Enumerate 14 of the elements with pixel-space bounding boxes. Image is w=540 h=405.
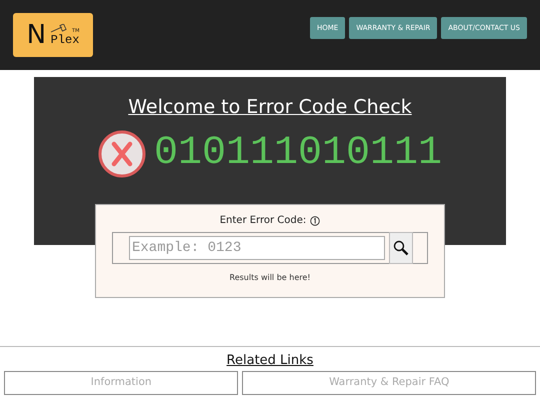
field-label: Enter Error Code: — [220, 214, 306, 228]
error-code: 010111010111 — [154, 134, 442, 174]
search-icon — [393, 240, 409, 256]
related-link[interactable]: Information — [4, 370, 238, 394]
page-title: Welcome to Error Code Check — [128, 95, 412, 120]
info-icon — [310, 216, 320, 226]
section-heading: Related Links — [226, 352, 314, 370]
error-code-field[interactable]: Example: 0123 — [129, 236, 385, 260]
logo-letter: N — [26, 22, 46, 48]
related-link[interactable]: Warranty & Repair FAQ — [242, 370, 536, 394]
results-text: Results will be here! — [230, 272, 310, 284]
search-button[interactable] — [389, 232, 413, 264]
logo-text: Plex — [50, 34, 80, 46]
hammer-icon — [50, 24, 68, 34]
